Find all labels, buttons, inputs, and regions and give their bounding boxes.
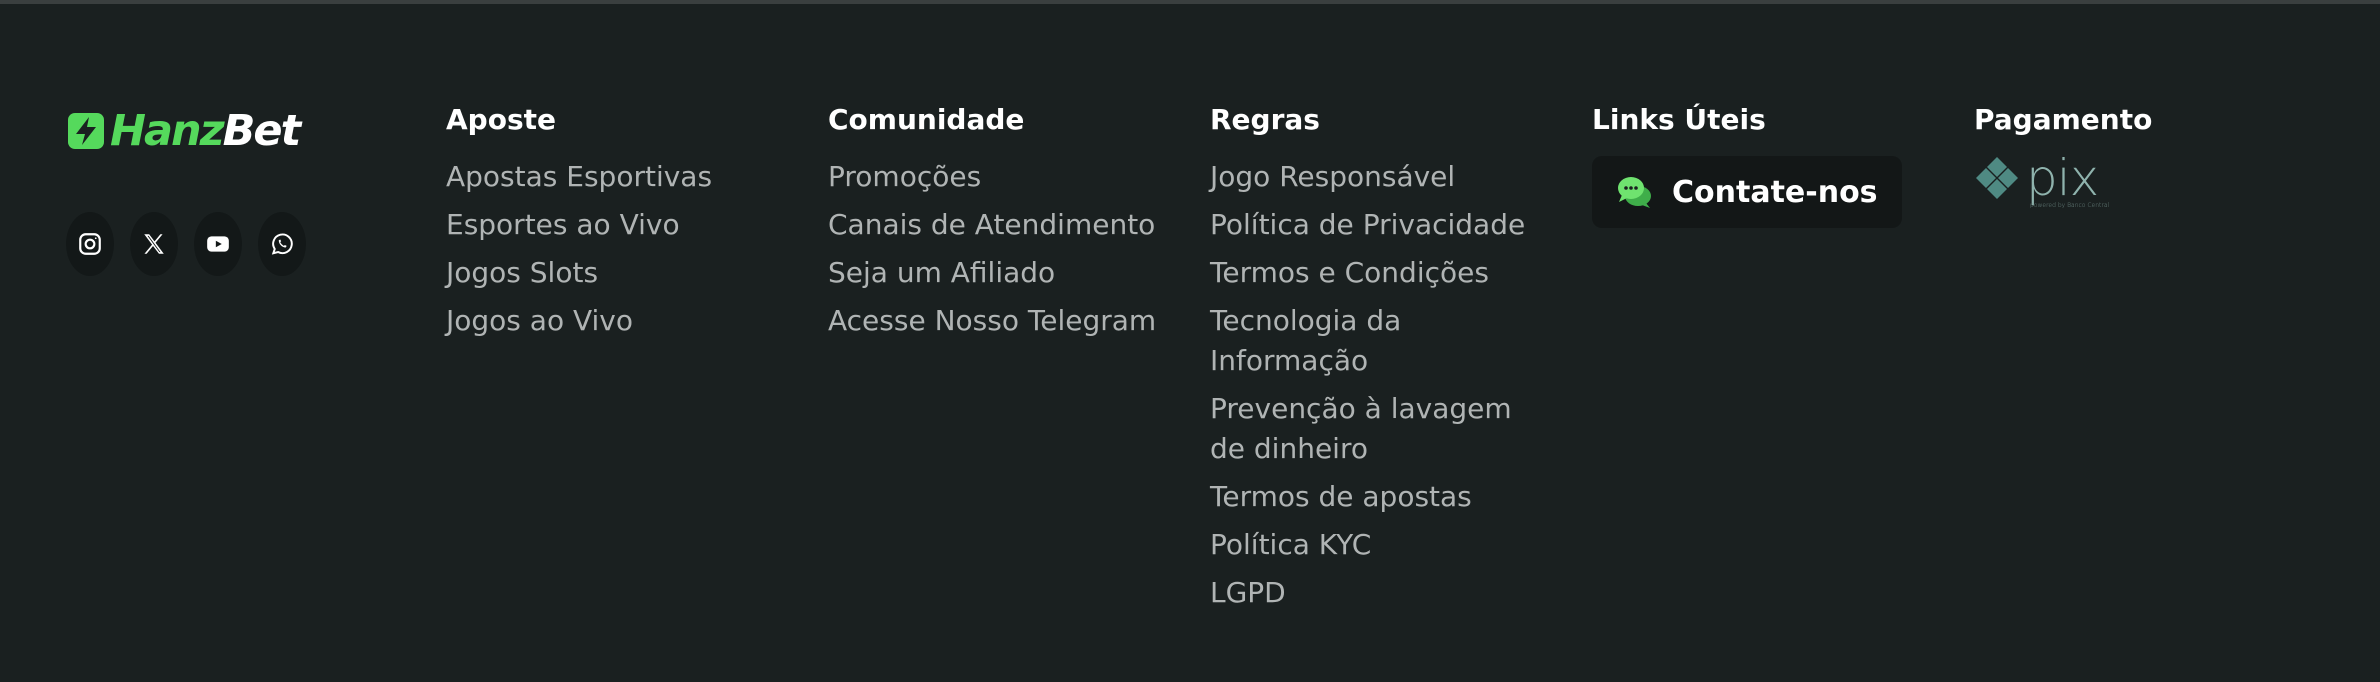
footer-link-termos-e-condicoes[interactable]: Termos e Condições xyxy=(1210,253,1550,293)
pix-powered-by: powered by Banco Central xyxy=(2030,202,2110,209)
whatsapp-link[interactable] xyxy=(258,212,306,276)
footer-link-jogos-slots[interactable]: Jogos Slots xyxy=(446,253,806,293)
footer-link-promocoes[interactable]: Promoções xyxy=(828,157,1188,197)
pix-diamond-icon xyxy=(1976,157,2018,199)
contact-button-label: Contate-nos xyxy=(1672,174,1878,210)
footer-column-regras: Regras Jogo Responsável Política de Priv… xyxy=(1210,101,1550,621)
footer-link-jogo-responsavel[interactable]: Jogo Responsável xyxy=(1210,157,1550,197)
youtube-link[interactable] xyxy=(194,212,242,276)
footer-column-links-uteis: Links Úteis Contate-nos xyxy=(1592,101,1932,228)
instagram-link[interactable] xyxy=(66,212,114,276)
footer-link-telegram[interactable]: Acesse Nosso Telegram xyxy=(828,301,1188,341)
x-twitter-icon xyxy=(144,234,164,254)
social-links xyxy=(66,212,306,276)
footer-link-tecnologia-da-informacao[interactable]: Tecnologia da Informação xyxy=(1210,301,1550,381)
logo-text-hanz: Hanz xyxy=(110,105,225,156)
column-heading-aposte: Aposte xyxy=(446,103,556,136)
logo-text-bet: Bet xyxy=(222,105,301,156)
footer-link-lgpd[interactable]: LGPD xyxy=(1210,573,1550,613)
footer-column-pagamento: Pagamento pix powered by Banco Central xyxy=(1974,101,2314,209)
hanzbet-logo[interactable]: HanzBet xyxy=(66,106,306,156)
footer-column-comunidade: Comunidade Promoções Canais de Atendimen… xyxy=(828,101,1188,349)
footer-link-politica-kyc[interactable]: Política KYC xyxy=(1210,525,1550,565)
pix-logo: pix powered by Banco Central xyxy=(1974,153,2314,209)
footer-link-esportes-ao-vivo[interactable]: Esportes ao Vivo xyxy=(446,205,806,245)
footer-link-seja-um-afiliado[interactable]: Seja um Afiliado xyxy=(828,253,1188,293)
youtube-icon xyxy=(207,236,229,252)
x-twitter-link[interactable] xyxy=(130,212,178,276)
whatsapp-icon xyxy=(271,233,293,255)
column-heading-links-uteis: Links Úteis xyxy=(1592,103,1766,136)
footer-column-aposte: Aposte Apostas Esportivas Esportes ao Vi… xyxy=(446,101,806,349)
brand-section: HanzBet xyxy=(66,106,306,276)
pix-wordmark: pix xyxy=(2026,149,2099,207)
footer-link-canais-de-atendimento[interactable]: Canais de Atendimento xyxy=(828,205,1188,245)
column-heading-regras: Regras xyxy=(1210,103,1320,136)
footer-link-termos-de-apostas[interactable]: Termos de apostas xyxy=(1210,477,1550,517)
footer-link-jogos-ao-vivo[interactable]: Jogos ao Vivo xyxy=(446,301,806,341)
footer-link-apostas-esportivas[interactable]: Apostas Esportivas xyxy=(446,157,806,197)
column-heading-pagamento: Pagamento xyxy=(1974,103,2153,136)
footer-link-prevencao-lavagem[interactable]: Prevenção à lavagem de dinheiro xyxy=(1210,389,1550,469)
column-heading-comunidade: Comunidade xyxy=(828,103,1025,136)
contact-button[interactable]: Contate-nos xyxy=(1592,156,1902,228)
logo-bolt-icon xyxy=(68,113,104,149)
footer-link-politica-de-privacidade[interactable]: Política de Privacidade xyxy=(1210,205,1550,245)
instagram-icon xyxy=(79,233,101,255)
chat-bubbles-icon xyxy=(1618,177,1651,208)
top-divider xyxy=(0,0,2380,4)
